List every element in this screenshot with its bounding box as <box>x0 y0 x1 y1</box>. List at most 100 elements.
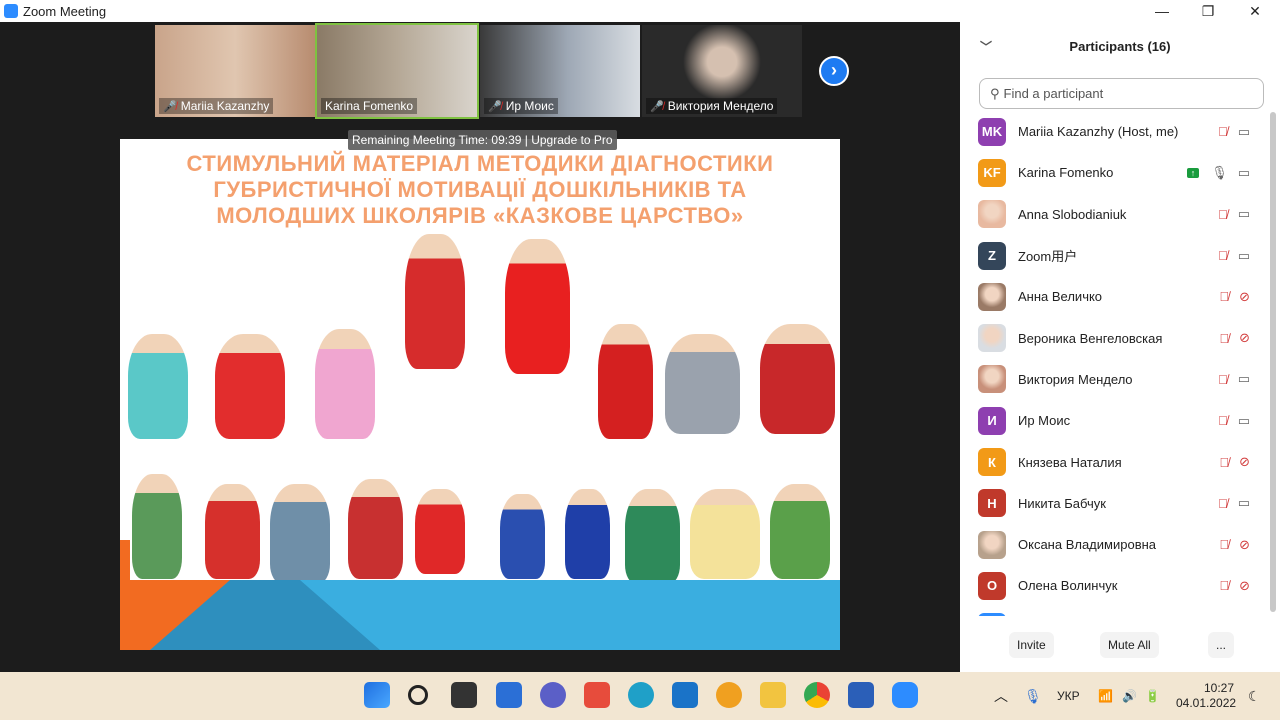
video-camera-icon[interactable]: ▭ <box>1238 165 1250 181</box>
store-icon[interactable] <box>584 682 610 708</box>
video-tile-active-speaker[interactable]: Karina Fomenko <box>315 23 479 119</box>
character-illustration <box>315 329 375 439</box>
character-illustration <box>205 484 260 579</box>
character-illustration <box>665 334 740 434</box>
participant-row[interactable]: Anna Slobodianiuk 🎙̸ ▭ <box>960 194 1270 235</box>
focus-moon-icon[interactable]: ☾ <box>1248 672 1261 720</box>
widgets-icon[interactable] <box>496 682 522 708</box>
video-off-icon[interactable]: ⊘ <box>1239 537 1250 553</box>
video-camera-icon[interactable]: ▭ <box>1238 371 1250 387</box>
participant-row[interactable]: О Олена Волинчук 🎙̸ ⊘ <box>960 565 1270 606</box>
character-illustration <box>505 239 570 374</box>
wifi-icon[interactable]: 📶 <box>1098 672 1113 720</box>
chrome-icon[interactable] <box>804 682 830 708</box>
invite-button[interactable]: Invite <box>1009 632 1054 658</box>
close-button[interactable]: ✕ <box>1232 0 1278 22</box>
character-illustration <box>500 494 545 579</box>
microphone-icon[interactable]: 🎙 <box>1024 672 1042 720</box>
participant-name: Виктория Менделo <box>667 99 774 113</box>
microphone-muted-icon[interactable]: 🎙̸ <box>1219 289 1229 304</box>
participant-name: Оксана Владимировна <box>1018 537 1157 553</box>
file-explorer-icon[interactable] <box>760 682 786 708</box>
participant-row[interactable]: К Князева Наталия 🎙̸ ⊘ <box>960 441 1270 482</box>
microphone-muted-icon[interactable]: 🎙̸ <box>1218 413 1228 428</box>
edge-icon[interactable] <box>628 682 654 708</box>
word-icon[interactable] <box>848 682 874 708</box>
participant-row[interactable]: Вероника Венгеловская 🎙̸ ⊘ <box>960 317 1270 358</box>
participant-name: Ир Моис <box>1018 413 1071 429</box>
remaining-time-banner[interactable]: Remaining Meeting Time: 09:39 | Upgrade … <box>348 130 617 150</box>
video-camera-icon[interactable]: ▭ <box>1238 124 1250 140</box>
zoom-taskbar-icon[interactable] <box>892 682 918 708</box>
minimize-button[interactable]: — <box>1139 0 1185 22</box>
volume-icon[interactable]: 🔊 <box>1122 672 1137 720</box>
more-button[interactable]: ... <box>1208 632 1235 658</box>
video-off-icon[interactable]: ⊘ <box>1239 289 1250 305</box>
language-indicator[interactable]: УКР <box>1057 672 1080 720</box>
slide-title-line: МОЛОДШИХ ШКОЛЯРІВ «КАЗКОВЕ ЦАРСТВО» <box>216 203 744 228</box>
microphone-muted-icon[interactable]: 🎙̸ <box>1219 331 1229 346</box>
participant-row[interactable]: KF Karina Fomenko ↑ 🎙 ▭ <box>960 152 1270 193</box>
microphone-icon[interactable]: 🎙 <box>1211 165 1228 181</box>
participant-name: Князева Наталия <box>1018 454 1122 470</box>
participant-name: Mariia Kazanzhy <box>180 99 270 113</box>
character-illustration <box>405 234 465 369</box>
character-illustration <box>215 334 285 439</box>
mute-all-button[interactable]: Mute All <box>1100 632 1159 658</box>
video-camera-icon[interactable]: ▭ <box>1238 495 1250 511</box>
microphone-muted-icon[interactable]: 🎙̸ <box>1219 455 1229 470</box>
mic-muted-icon: 🎤̸ <box>163 100 177 113</box>
video-camera-icon[interactable]: ▭ <box>1238 206 1250 222</box>
next-page-button[interactable]: › <box>819 56 849 86</box>
participant-row[interactable]: Анна Величко 🎙̸ ⊘ <box>960 276 1270 317</box>
participant-name: Karina Fomenko <box>325 99 414 113</box>
video-tile[interactable]: 🎤̸ Mariia Kazanzhy <box>155 25 315 117</box>
avatar <box>978 200 1006 229</box>
participant-name: Karina Fomenko <box>1018 165 1114 181</box>
microphone-muted-icon[interactable]: 🎙̸ <box>1218 248 1228 263</box>
app-icon[interactable] <box>716 682 742 708</box>
task-view-icon[interactable] <box>451 682 477 708</box>
avatar: Н <box>978 489 1006 518</box>
microphone-muted-icon[interactable]: 🎙̸ <box>1218 124 1228 139</box>
character-illustration <box>270 484 330 584</box>
participant-search-input[interactable]: ⚲ Find a participant <box>979 78 1264 109</box>
character-illustration <box>128 334 188 439</box>
start-icon[interactable] <box>364 682 390 708</box>
video-tile[interactable]: 🎤̸ Ир Моис <box>480 25 640 117</box>
video-off-icon[interactable]: ⊘ <box>1239 578 1250 594</box>
video-tile[interactable]: 🎤̸ Виктория Менделo <box>642 25 802 117</box>
participant-row[interactable]: Н Никита Бабчук 🎙̸ ▭ <box>960 483 1270 524</box>
microphone-muted-icon[interactable]: 🎙̸ <box>1218 372 1228 387</box>
microphone-muted-icon[interactable]: 🎙̸ <box>1219 578 1229 593</box>
battery-icon[interactable]: 🔋 <box>1145 672 1160 720</box>
clock[interactable]: 10:27 04.01.2022 <box>1176 672 1236 720</box>
participant-row[interactable]: MK Mariia Kazanzhy (Host, me) 🎙̸ ▭ <box>960 111 1270 152</box>
tray-chevron-icon[interactable]: ︿ <box>994 672 1008 720</box>
participant-row[interactable]: Виктория Менделo 🎙̸ ▭ <box>960 359 1270 400</box>
search-icon[interactable] <box>408 685 428 705</box>
participant-row[interactable]: Z Zoom用户 🎙̸ ▭ <box>960 235 1270 276</box>
video-off-icon[interactable]: ⊘ <box>1239 330 1250 346</box>
participant-row[interactable]: Оксана Владимировна 🎙̸ ⊘ <box>960 524 1270 565</box>
video-camera-icon[interactable]: ▭ <box>1238 413 1250 429</box>
restore-button[interactable]: ❐ <box>1185 0 1231 22</box>
search-icon: ⚲ <box>990 85 1000 101</box>
microphone-muted-icon[interactable]: 🎙̸ <box>1219 537 1229 552</box>
microphone-muted-icon[interactable]: 🎙̸ <box>1218 496 1228 511</box>
participant-name: Анна Величко <box>1018 289 1103 305</box>
participant-name: Никита Бабчук <box>1018 495 1106 511</box>
mail-icon[interactable] <box>672 682 698 708</box>
participant-name: Mariia Kazanzhy (Host, me) <box>1018 124 1179 140</box>
microphone-muted-icon[interactable]: 🎙̸ <box>1218 207 1228 222</box>
participant-list: MK Mariia Kazanzhy (Host, me) 🎙̸ ▭ KF Kar… <box>960 111 1270 616</box>
video-off-icon[interactable]: ⊘ <box>1239 454 1250 470</box>
video-camera-icon[interactable]: ▭ <box>1238 248 1250 264</box>
character-illustration <box>598 324 653 439</box>
character-illustration <box>415 489 465 574</box>
scrollbar[interactable] <box>1270 112 1276 612</box>
collapse-chevron-icon[interactable]: ﹀ <box>980 38 992 55</box>
participant-row[interactable]: И Ир Моис 🎙̸ ▭ <box>960 400 1270 441</box>
participant-row-partial[interactable] <box>960 607 1270 616</box>
chat-icon[interactable] <box>540 682 566 708</box>
